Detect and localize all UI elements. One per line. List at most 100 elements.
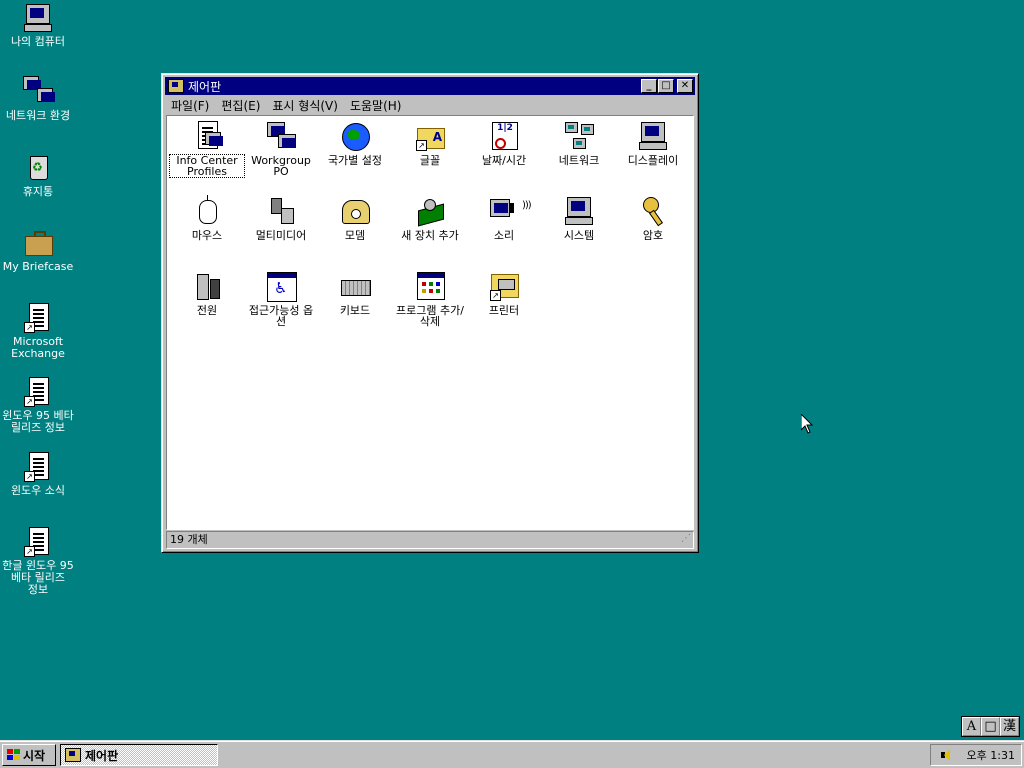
close-button[interactable]: ✕ — [677, 79, 693, 93]
cp-item-modem[interactable]: 모뎀 — [318, 195, 392, 241]
desktop-icon-network[interactable]: 네트워크 환경 — [0, 76, 76, 122]
cp-item-label: Workgroup PO — [251, 154, 311, 178]
window-title: 제어판 — [188, 79, 222, 94]
workgroup-icon — [265, 120, 297, 152]
cp-item-workgroup-po[interactable]: Workgroup PO — [244, 120, 318, 177]
ime-status-bar: A □ 漢 — [961, 716, 1020, 737]
cp-item-display[interactable]: 디스플레이 — [616, 120, 690, 166]
cp-item-label: 마우스 — [191, 229, 223, 242]
desktop-icon-beta-release-notes[interactable]: ↗ 윈도우 95 베타 릴리즈 정보 — [0, 376, 76, 434]
desktop-icon-korean-release-notes[interactable]: ↗ 한글 윈도우 95 베타 릴리즈 정보 — [0, 526, 76, 596]
globe-icon — [339, 120, 371, 152]
modem-icon — [339, 195, 371, 227]
network-icon — [563, 120, 595, 152]
recycle-bin-icon — [22, 152, 54, 184]
desktop-icon-label: 윈도우 소식 — [10, 484, 66, 497]
cp-item-multimedia[interactable]: 멀티미디어 — [244, 195, 318, 241]
keys-icon — [637, 195, 669, 227]
status-bar: 19 개체 ⋰ — [166, 531, 694, 549]
menu-bar: 파일(F) 편집(E) 표시 형식(V) 도움말(H) — [165, 96, 695, 114]
ime-alpha-toggle[interactable]: A — [962, 717, 981, 736]
cp-item-keyboard[interactable]: 키보드 — [318, 270, 392, 316]
cp-item-label: 키보드 — [339, 304, 371, 317]
cp-item-label: 접근가능성 옵션 — [248, 304, 314, 328]
menu-help[interactable]: 도움말(H) — [344, 97, 408, 114]
control-panel-content[interactable]: Info Center Profiles Workgroup PO 국가별 설정… — [166, 115, 694, 530]
cp-item-label: 네트워크 — [558, 154, 600, 167]
cp-item-fonts[interactable]: ↗ 글꼴 — [393, 120, 467, 166]
sound-icon — [488, 195, 531, 227]
volume-icon[interactable] — [940, 749, 951, 761]
cp-item-sounds[interactable]: 소리 — [467, 195, 541, 241]
start-label: 시작 — [23, 748, 46, 763]
desktop-icon-label: 네트워크 환경 — [5, 109, 71, 122]
document-icon: ↗ — [22, 451, 54, 483]
document-icon: ↗ — [22, 526, 54, 558]
network-neighborhood-icon — [22, 76, 55, 108]
cp-item-label: 프로그램 추가/삭제 — [396, 304, 464, 328]
ime-hanja-toggle[interactable]: 漢 — [1000, 717, 1019, 736]
cp-item-label: 디스플레이 — [627, 154, 679, 167]
control-panel-icon[interactable] — [168, 79, 184, 93]
taskbar-button-label: 제어판 — [85, 748, 119, 763]
cp-item-label: 날짜/시간 — [481, 154, 527, 167]
cp-item-passwords[interactable]: 암호 — [616, 195, 690, 241]
cp-item-system[interactable]: 시스템 — [542, 195, 616, 241]
cp-item-label: 국가별 설정 — [327, 154, 383, 167]
cp-item-power[interactable]: 전원 — [170, 270, 244, 316]
desktop-icon-label: 휴지통 — [22, 185, 54, 198]
exchange-icon: ↗ — [22, 302, 54, 334]
document-icon: ↗ — [22, 376, 54, 408]
cp-item-add-remove-programs[interactable]: 프로그램 추가/삭제 — [393, 270, 467, 327]
mouse-cursor-icon — [801, 414, 813, 434]
menu-edit[interactable]: 편집(E) — [215, 97, 266, 114]
cp-item-printers[interactable]: ↗ 프린터 — [467, 270, 541, 316]
menu-file[interactable]: 파일(F) — [165, 97, 215, 114]
cp-item-label: 글꼴 — [419, 154, 441, 167]
title-bar[interactable]: 제어판 _ □ ✕ — [165, 77, 695, 95]
desktop-icon-exchange[interactable]: ↗ Microsoft Exchange — [0, 302, 76, 360]
desktop-icon-label: 한글 윈도우 95 베타 릴리즈 정보 — [2, 559, 74, 596]
desktop-icon-my-computer[interactable]: 나의 컴퓨터 — [0, 2, 76, 48]
desktop-icon-label: 윈도우 95 베타 릴리즈 정보 — [2, 409, 74, 434]
printers-folder-icon: ↗ — [488, 270, 520, 302]
cp-item-regional-settings[interactable]: 국가별 설정 — [318, 120, 392, 166]
object-count: 19 개체 — [170, 533, 208, 546]
taskbar: 시작 제어판 오후 1:31 — [0, 740, 1024, 768]
resize-grip-icon[interactable]: ⋰ — [681, 531, 691, 547]
desktop-icon-windows-news[interactable]: ↗ 윈도우 소식 — [0, 451, 76, 497]
maximize-button[interactable]: □ — [658, 79, 674, 93]
clock[interactable]: 오후 1:31 — [967, 747, 1015, 763]
taskbar-button-control-panel[interactable]: 제어판 — [60, 744, 218, 766]
keyboard-icon — [339, 270, 371, 302]
start-button[interactable]: 시작 — [2, 744, 56, 766]
cp-item-label: Info Center Profiles — [169, 154, 245, 178]
cp-item-mouse[interactable]: 마우스 — [170, 195, 244, 241]
power-icon — [191, 270, 223, 302]
control-panel-window[interactable]: 제어판 _ □ ✕ 파일(F) 편집(E) 표시 형식(V) 도움말(H) In… — [161, 73, 699, 553]
desktop-icon-briefcase[interactable]: My Briefcase — [0, 227, 76, 273]
cp-item-label: 새 장치 추가 — [401, 229, 459, 242]
ime-width-toggle[interactable]: □ — [981, 717, 1000, 736]
cp-item-add-hardware[interactable]: 새 장치 추가 — [393, 195, 467, 241]
cp-item-accessibility[interactable]: 접근가능성 옵션 — [244, 270, 318, 327]
cp-item-date-time[interactable]: 1|2 날짜/시간 — [467, 120, 541, 166]
cp-item-info-center[interactable]: Info Center Profiles — [169, 120, 245, 178]
minimize-button[interactable]: _ — [641, 79, 657, 93]
cp-item-network[interactable]: 네트워크 — [542, 120, 616, 166]
cp-item-label: 모뎀 — [344, 229, 366, 242]
cp-item-label: 시스템 — [563, 229, 595, 242]
cp-item-label: 전원 — [196, 304, 218, 317]
desktop-icon-recycle-bin[interactable]: 휴지통 — [0, 152, 76, 198]
fonts-folder-icon: ↗ — [414, 120, 446, 152]
menu-view[interactable]: 표시 형식(V) — [266, 97, 344, 114]
add-remove-programs-icon — [414, 270, 446, 302]
system-icon — [563, 195, 595, 227]
cp-item-label: 암호 — [642, 229, 664, 242]
desktop-icon-label: My Briefcase — [2, 260, 74, 273]
cp-item-label: 프린터 — [488, 304, 520, 317]
briefcase-icon — [22, 227, 54, 259]
mouse-icon — [191, 195, 223, 227]
desktop-icon-label: Microsoft Exchange — [11, 335, 65, 360]
desktop-icon-label: 나의 컴퓨터 — [10, 35, 66, 48]
